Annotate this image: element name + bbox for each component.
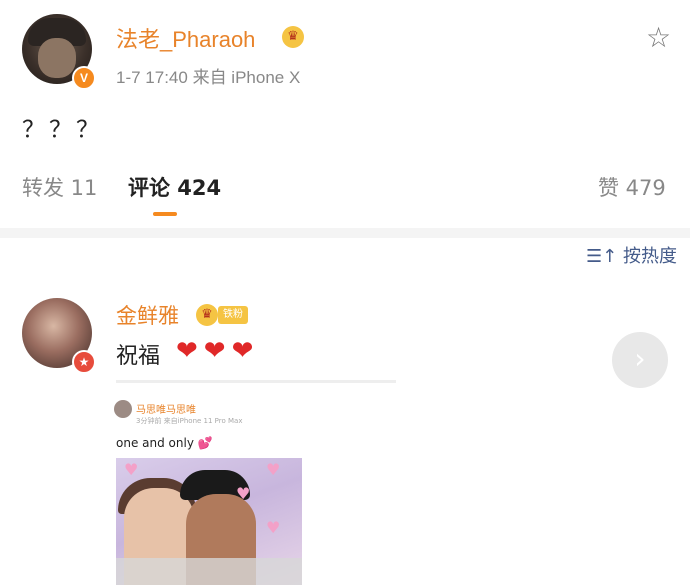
embedded-post-text: one and only 💕 <box>116 436 213 450</box>
heart-sticker-icon: ♥ <box>124 460 139 479</box>
embedded-avatar <box>114 400 132 418</box>
heart-sparkle-icon: 💕 <box>197 436 213 450</box>
embedded-meta: 3分钟前 来自iPhone 11 Pro Max <box>136 417 243 425</box>
sort-label: 按热度 <box>622 246 677 267</box>
star-outline-icon[interactable]: ☆ <box>646 24 671 52</box>
verified-badge-icon: V <box>72 66 96 90</box>
author-username[interactable]: 法老_Pharaoh <box>116 22 255 54</box>
tab-like[interactable]: 赞 479 <box>598 172 666 202</box>
post-time: 1-7 17:40 <box>116 68 188 87</box>
star-badge-icon: ★ <box>72 350 96 374</box>
heart-sticker-icon: ♥ <box>236 484 251 503</box>
commenter-username[interactable]: 金鲜雅 <box>116 300 179 330</box>
comment-text: 祝福 <box>116 344 161 369</box>
heart-sticker-icon: ♥ <box>266 518 281 537</box>
active-tab-indicator <box>153 212 177 216</box>
heart-emoji-icon: ❤❤❤ <box>176 336 260 366</box>
comment-photo[interactable]: ♥ ♥ ♥ ♥ <box>116 458 302 585</box>
post-meta: 1-7 17:40 来自 iPhone X <box>116 63 300 88</box>
sort-by-hot-button[interactable]: ☰↑ 按热度 <box>586 242 677 268</box>
sort-icon: ☰↑ <box>586 246 618 267</box>
vip-crown-icon: ♛ <box>282 26 304 48</box>
heart-sticker-icon: ♥ <box>266 460 281 479</box>
vip-crown-icon: ♛ <box>196 304 218 326</box>
section-divider <box>0 228 690 238</box>
embedded-text: one and only <box>116 436 194 450</box>
post-text: ？？？ <box>22 117 103 143</box>
chevron-right-icon[interactable]: › <box>612 332 668 388</box>
post-source: 来自 iPhone X <box>192 68 301 87</box>
fan-badge: 铁粉 <box>218 306 248 324</box>
tab-comment[interactable]: 评论 424 <box>128 172 221 202</box>
tab-repost[interactable]: 转发 11 <box>22 172 97 202</box>
divider-line <box>116 380 396 383</box>
embedded-username: 马思唯马思唯 <box>136 405 196 416</box>
